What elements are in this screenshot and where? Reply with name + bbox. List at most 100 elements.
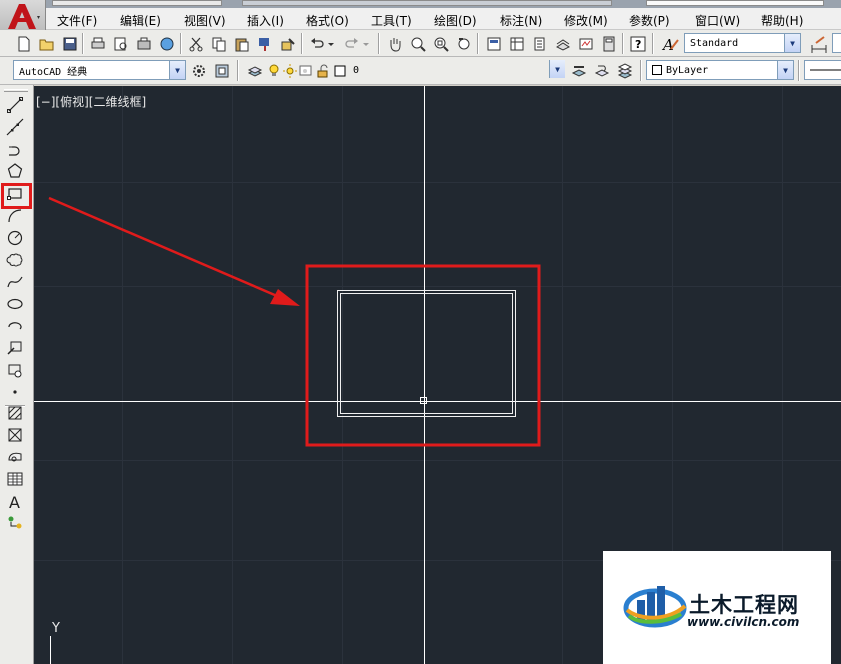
- workspace-dropdown[interactable]: AutoCAD 经典 ▼: [13, 60, 186, 80]
- layer-on-bulb-icon[interactable]: [268, 61, 280, 80]
- workspace-settings-icon[interactable]: [189, 61, 208, 80]
- design-center-icon[interactable]: [507, 34, 526, 53]
- pan-icon[interactable]: [385, 34, 404, 53]
- text-style-dropdown[interactable]: Standard ▼: [684, 33, 801, 53]
- multiline-text-icon[interactable]: A: [5, 491, 25, 511]
- construction-line-icon[interactable]: [5, 117, 25, 137]
- customize-icon[interactable]: [212, 61, 231, 80]
- ellipse-arc-icon[interactable]: [5, 316, 25, 336]
- menu-format[interactable]: 格式(O): [306, 12, 349, 29]
- circle-icon[interactable]: [5, 228, 25, 248]
- layer-state-manager-icon[interactable]: [615, 61, 634, 80]
- arc-icon[interactable]: [5, 206, 25, 226]
- application-menu-button[interactable]: [0, 0, 46, 32]
- make-object-layer-current-icon[interactable]: [569, 61, 588, 80]
- zoom-window-icon[interactable]: [431, 34, 450, 53]
- ucs-y-label: Y: [52, 621, 60, 636]
- redo-dropdown-icon[interactable]: [361, 34, 371, 53]
- layers-toolbar: AutoCAD 经典 ▼ 0 ▼ ByLayer ▼: [0, 57, 841, 85]
- menu-edit[interactable]: 编辑(E): [120, 12, 161, 29]
- watermark: 土木工程网 www.civilcn.com: [603, 551, 831, 664]
- title-area: [242, 0, 612, 6]
- insert-block-icon[interactable]: [5, 338, 25, 358]
- layer-unlock-icon[interactable]: [316, 61, 330, 80]
- layer-previous-icon[interactable]: [592, 61, 611, 80]
- redo-icon[interactable]: [342, 34, 361, 53]
- menu-view[interactable]: 视图(V): [184, 12, 226, 29]
- text-style-value: Standard: [690, 37, 739, 49]
- line-icon[interactable]: [5, 95, 25, 115]
- undo-icon[interactable]: [307, 34, 326, 53]
- menu-modify[interactable]: 修改(M): [564, 12, 608, 29]
- region-icon[interactable]: [5, 447, 25, 467]
- spline-icon[interactable]: [5, 272, 25, 292]
- text-style-icon[interactable]: A: [660, 34, 679, 53]
- match-properties-icon[interactable]: [255, 34, 274, 53]
- menu-window[interactable]: 窗口(W): [695, 12, 740, 29]
- viewport-controls-label[interactable]: [−][俯视][二维线框]: [36, 93, 146, 110]
- paste-icon[interactable]: [232, 34, 251, 53]
- zoom-previous-icon[interactable]: [454, 34, 473, 53]
- point-icon[interactable]: [5, 382, 25, 402]
- sheet-set-manager-icon[interactable]: [553, 34, 572, 53]
- polyline-icon[interactable]: [5, 139, 25, 159]
- new-file-icon[interactable]: [14, 34, 33, 53]
- block-editor-icon[interactable]: [278, 34, 297, 53]
- undo-dropdown-icon[interactable]: [326, 34, 336, 53]
- pointer-arrow-head: [270, 289, 300, 306]
- watermark-url: www.civilcn.com: [687, 615, 800, 629]
- ellipse-icon[interactable]: [5, 294, 25, 314]
- quick-access-toolbar[interactable]: [52, 0, 222, 6]
- dimension-style-dropdown[interactable]: [832, 33, 841, 53]
- polygon-icon[interactable]: [5, 161, 25, 181]
- menu-help[interactable]: 帮助(H): [761, 12, 803, 29]
- layer-color-swatch-icon[interactable]: [333, 61, 347, 80]
- publish-icon[interactable]: [134, 34, 153, 53]
- menu-draw[interactable]: 绘图(D): [434, 12, 477, 29]
- layer-properties-icon[interactable]: [245, 61, 264, 80]
- color-dropdown[interactable]: ByLayer ▼: [646, 60, 794, 80]
- copy-icon[interactable]: [209, 34, 228, 53]
- layer-viewport-icon[interactable]: [299, 61, 313, 80]
- standard-toolbar: ? A Standard ▼: [0, 30, 841, 57]
- layer-thaw-sun-icon[interactable]: [283, 61, 297, 80]
- title-bar: [0, 0, 841, 8]
- search-box[interactable]: [646, 0, 824, 6]
- help-icon[interactable]: ?: [628, 34, 647, 53]
- drawn-rectangle-inner[interactable]: [340, 293, 513, 414]
- highlight-box: [305, 264, 541, 447]
- 3d-dwf-icon[interactable]: [157, 34, 176, 53]
- properties-icon[interactable]: [484, 34, 503, 53]
- layer-value: 0: [353, 64, 360, 76]
- make-block-icon[interactable]: [5, 360, 25, 380]
- markup-set-manager-icon[interactable]: [576, 34, 595, 53]
- menu-file[interactable]: 文件(F): [57, 12, 97, 29]
- dimension-style-icon[interactable]: [809, 34, 828, 53]
- menu-dimension[interactable]: 标注(N): [500, 12, 542, 29]
- menu-insert[interactable]: 插入(I): [247, 12, 284, 29]
- menu-bar: 文件(F) 编辑(E) 视图(V) 插入(I) 格式(O) 工具(T) 绘图(D…: [46, 8, 841, 30]
- save-icon[interactable]: [60, 34, 79, 53]
- chevron-down-icon: ▼: [784, 34, 800, 52]
- quickcalc-icon[interactable]: [599, 34, 618, 53]
- plot-icon[interactable]: [88, 34, 107, 53]
- add-selected-icon[interactable]: [5, 513, 25, 533]
- chevron-down-icon: ▼: [549, 60, 565, 78]
- menu-parametric[interactable]: 参数(P): [629, 12, 670, 29]
- table-icon[interactable]: [5, 469, 25, 489]
- hatch-icon[interactable]: [5, 403, 25, 423]
- tool-palettes-icon[interactable]: [530, 34, 549, 53]
- gradient-icon[interactable]: [5, 425, 25, 445]
- cut-icon[interactable]: [186, 34, 205, 53]
- layer-dropdown[interactable]: 0 ▼: [348, 60, 565, 80]
- linetype-dropdown[interactable]: [804, 60, 841, 80]
- chevron-down-icon: ▼: [777, 61, 793, 79]
- tool-highlight: [1, 183, 32, 209]
- revision-cloud-icon[interactable]: [5, 250, 25, 270]
- svg-text:?: ?: [635, 38, 641, 51]
- menu-tools[interactable]: 工具(T): [371, 12, 412, 29]
- watermark-logo-icon: [623, 586, 687, 628]
- open-file-icon[interactable]: [37, 34, 56, 53]
- plot-preview-icon[interactable]: [111, 34, 130, 53]
- zoom-realtime-icon[interactable]: [408, 34, 427, 53]
